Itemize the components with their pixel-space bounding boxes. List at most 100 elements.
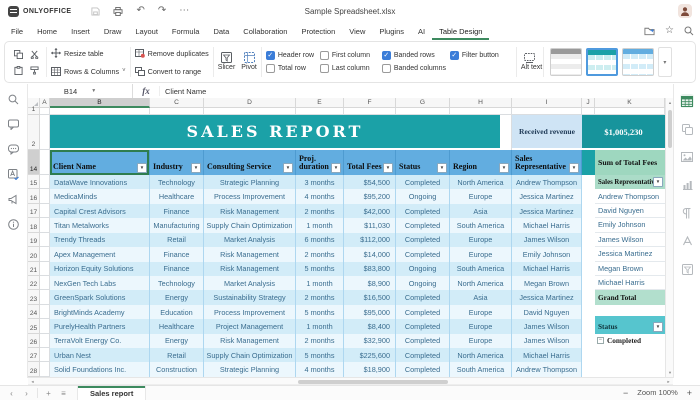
- empty-cell[interactable]: [40, 276, 50, 290]
- user-avatar[interactable]: [678, 4, 692, 18]
- search-panel-icon[interactable]: [7, 92, 21, 106]
- sheet-list-button[interactable]: ≡: [56, 386, 71, 400]
- cell[interactable]: James Wilson: [512, 334, 582, 348]
- cell[interactable]: Education: [150, 305, 204, 319]
- row-header-21[interactable]: 21: [28, 262, 40, 276]
- filter-button[interactable]: ▼: [137, 163, 147, 173]
- zoom-in-button[interactable]: +: [687, 388, 692, 398]
- cut-icon[interactable]: [26, 46, 42, 62]
- column-header-d[interactable]: D: [204, 98, 296, 108]
- cell[interactable]: North America: [450, 175, 512, 189]
- column-header-a[interactable]: A: [40, 98, 50, 108]
- cell[interactable]: Construction: [150, 362, 204, 376]
- copy-style-icon[interactable]: [10, 46, 26, 62]
- cell[interactable]: Michael Harris: [512, 218, 582, 232]
- column-header-e[interactable]: E: [296, 98, 344, 108]
- received-revenue-value-cell[interactable]: $1,005,230: [582, 115, 665, 148]
- cell[interactable]: Andrew Thompson: [512, 175, 582, 189]
- empty-cell[interactable]: [40, 319, 50, 333]
- search-icon[interactable]: [684, 26, 694, 36]
- cell[interactable]: 4 months: [296, 362, 344, 376]
- row-header-19[interactable]: 19: [28, 233, 40, 247]
- cell[interactable]: Technology: [150, 175, 204, 189]
- cell[interactable]: Sustainability Strategy: [204, 290, 296, 304]
- row-header-23[interactable]: 23: [28, 290, 40, 304]
- checkbox-filter-button[interactable]: ✓Filter button: [450, 51, 512, 60]
- empty-cell[interactable]: [40, 348, 50, 362]
- filter-button[interactable]: ▼: [653, 322, 663, 332]
- filter-button[interactable]: ▼: [191, 163, 201, 173]
- cell[interactable]: Michael Harris: [512, 262, 582, 276]
- cell[interactable]: Completed: [396, 290, 450, 304]
- cell[interactable]: South America: [450, 362, 512, 376]
- pivot-row[interactable]: Emily Johnson: [595, 218, 665, 232]
- cell[interactable]: Asia: [450, 290, 512, 304]
- cell[interactable]: Completed: [396, 204, 450, 218]
- row-header-2[interactable]: 2: [28, 115, 40, 150]
- cell[interactable]: Risk Management: [204, 247, 296, 261]
- table-style-gray[interactable]: [550, 48, 582, 76]
- cell[interactable]: James Wilson: [512, 319, 582, 333]
- empty-cell[interactable]: [40, 290, 50, 304]
- image-settings-icon[interactable]: [680, 150, 694, 164]
- cell[interactable]: BrightMinds Academy: [50, 305, 150, 319]
- column-header-i[interactable]: I: [512, 98, 582, 108]
- row-header-17[interactable]: 17: [28, 204, 40, 218]
- cell[interactable]: $32,900: [344, 334, 396, 348]
- table-header-total-fees[interactable]: Total Fees▼: [344, 150, 396, 175]
- cell[interactable]: Ongoing: [396, 189, 450, 203]
- cell[interactable]: GreenSpark Solutions: [50, 290, 150, 304]
- filter-button[interactable]: ▼: [569, 163, 579, 173]
- convert-to-range-button[interactable]: Convert to range: [135, 64, 209, 79]
- cell[interactable]: Retail: [150, 233, 204, 247]
- checkbox-total-row[interactable]: Total row: [266, 64, 320, 73]
- cell[interactable]: NexGen Tech Labs: [50, 276, 150, 290]
- menu-item-ai[interactable]: AI: [411, 22, 432, 40]
- cell[interactable]: Michael Harris: [512, 348, 582, 362]
- cell[interactable]: Urban Nest: [50, 348, 150, 362]
- row-header-1[interactable]: 1: [28, 108, 40, 115]
- cell[interactable]: Process Improvement: [204, 189, 296, 203]
- cell[interactable]: 5 months: [296, 348, 344, 362]
- filter-button[interactable]: ▼: [653, 177, 663, 187]
- cell[interactable]: Completed: [396, 233, 450, 247]
- table-header-proj-duration[interactable]: Proj. duration▼: [296, 150, 344, 175]
- checkbox-banded-columns[interactable]: Banded columns: [382, 64, 450, 73]
- cell[interactable]: South America: [450, 218, 512, 232]
- cell[interactable]: Europe: [450, 305, 512, 319]
- cell[interactable]: 2 months: [296, 290, 344, 304]
- cell[interactable]: 2 months: [296, 247, 344, 261]
- table-settings-icon[interactable]: [680, 94, 694, 108]
- checkbox-box[interactable]: [320, 51, 329, 60]
- redo-icon[interactable]: ↷: [158, 6, 166, 16]
- table-header-client-name[interactable]: Client Name▼: [50, 150, 150, 175]
- horizontal-scrollbar[interactable]: ◂ ▸: [28, 377, 673, 385]
- pivot-title-cell[interactable]: Sum of Total Fees: [595, 150, 665, 175]
- textart-settings-icon[interactable]: [680, 234, 694, 248]
- chart-settings-icon[interactable]: [680, 178, 694, 192]
- menu-item-table-design[interactable]: Table Design: [432, 22, 489, 40]
- next-sheet-button[interactable]: ›: [19, 386, 34, 400]
- menu-item-file[interactable]: File: [4, 22, 30, 40]
- remove-duplicates-button[interactable]: Remove duplicates: [135, 46, 209, 61]
- scroll-right-icon[interactable]: ▸: [664, 378, 673, 385]
- filter-button[interactable]: ▼: [283, 163, 293, 173]
- cell[interactable]: 1 month: [296, 218, 344, 232]
- vertical-scroll-thumb[interactable]: [668, 110, 672, 148]
- cell[interactable]: $14,000: [344, 247, 396, 261]
- row-header-22[interactable]: 22: [28, 276, 40, 290]
- chat-panel-icon[interactable]: [7, 142, 21, 156]
- formula-input[interactable]: Client Name: [160, 87, 206, 96]
- cell[interactable]: Market Analysis: [204, 233, 296, 247]
- cell[interactable]: Risk Management: [204, 262, 296, 276]
- checkbox-box[interactable]: [382, 64, 391, 73]
- cell[interactable]: TerraVolt Energy Co.: [50, 334, 150, 348]
- empty-cell[interactable]: [40, 204, 50, 218]
- cell[interactable]: Europe: [450, 233, 512, 247]
- cell[interactable]: 1 month: [296, 276, 344, 290]
- spellcheck-panel-icon[interactable]: [7, 167, 21, 181]
- cell[interactable]: $225,600: [344, 348, 396, 362]
- more-icon[interactable]: ⋯: [179, 6, 189, 16]
- empty-cell[interactable]: [595, 305, 665, 319]
- cell[interactable]: Risk Management: [204, 334, 296, 348]
